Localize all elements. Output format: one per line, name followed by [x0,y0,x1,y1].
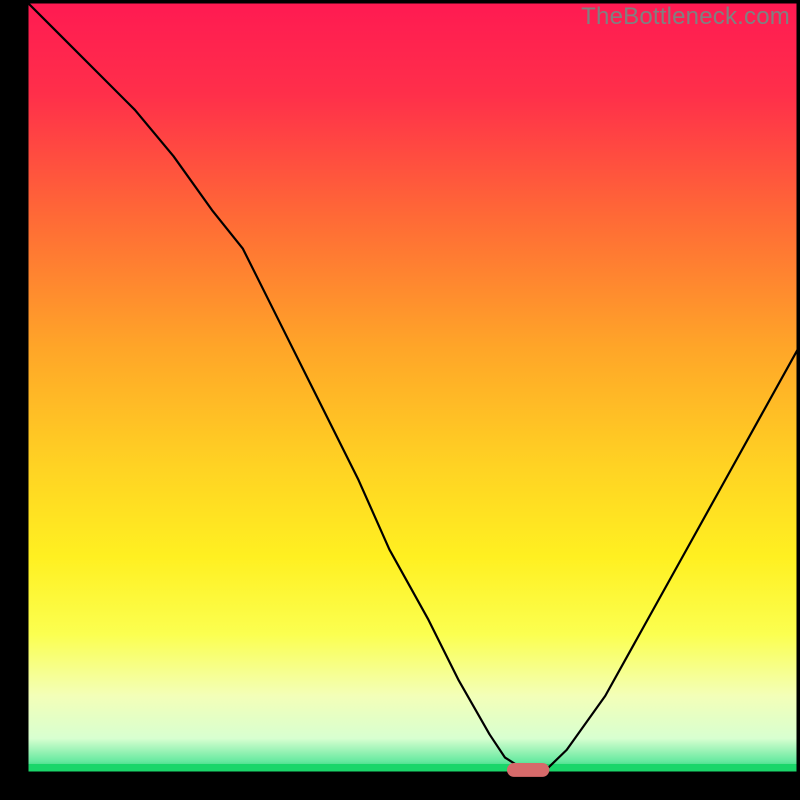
watermark-text: TheBottleneck.com [581,3,790,31]
optimum-marker [507,763,549,777]
bottleneck-chart [0,0,800,800]
